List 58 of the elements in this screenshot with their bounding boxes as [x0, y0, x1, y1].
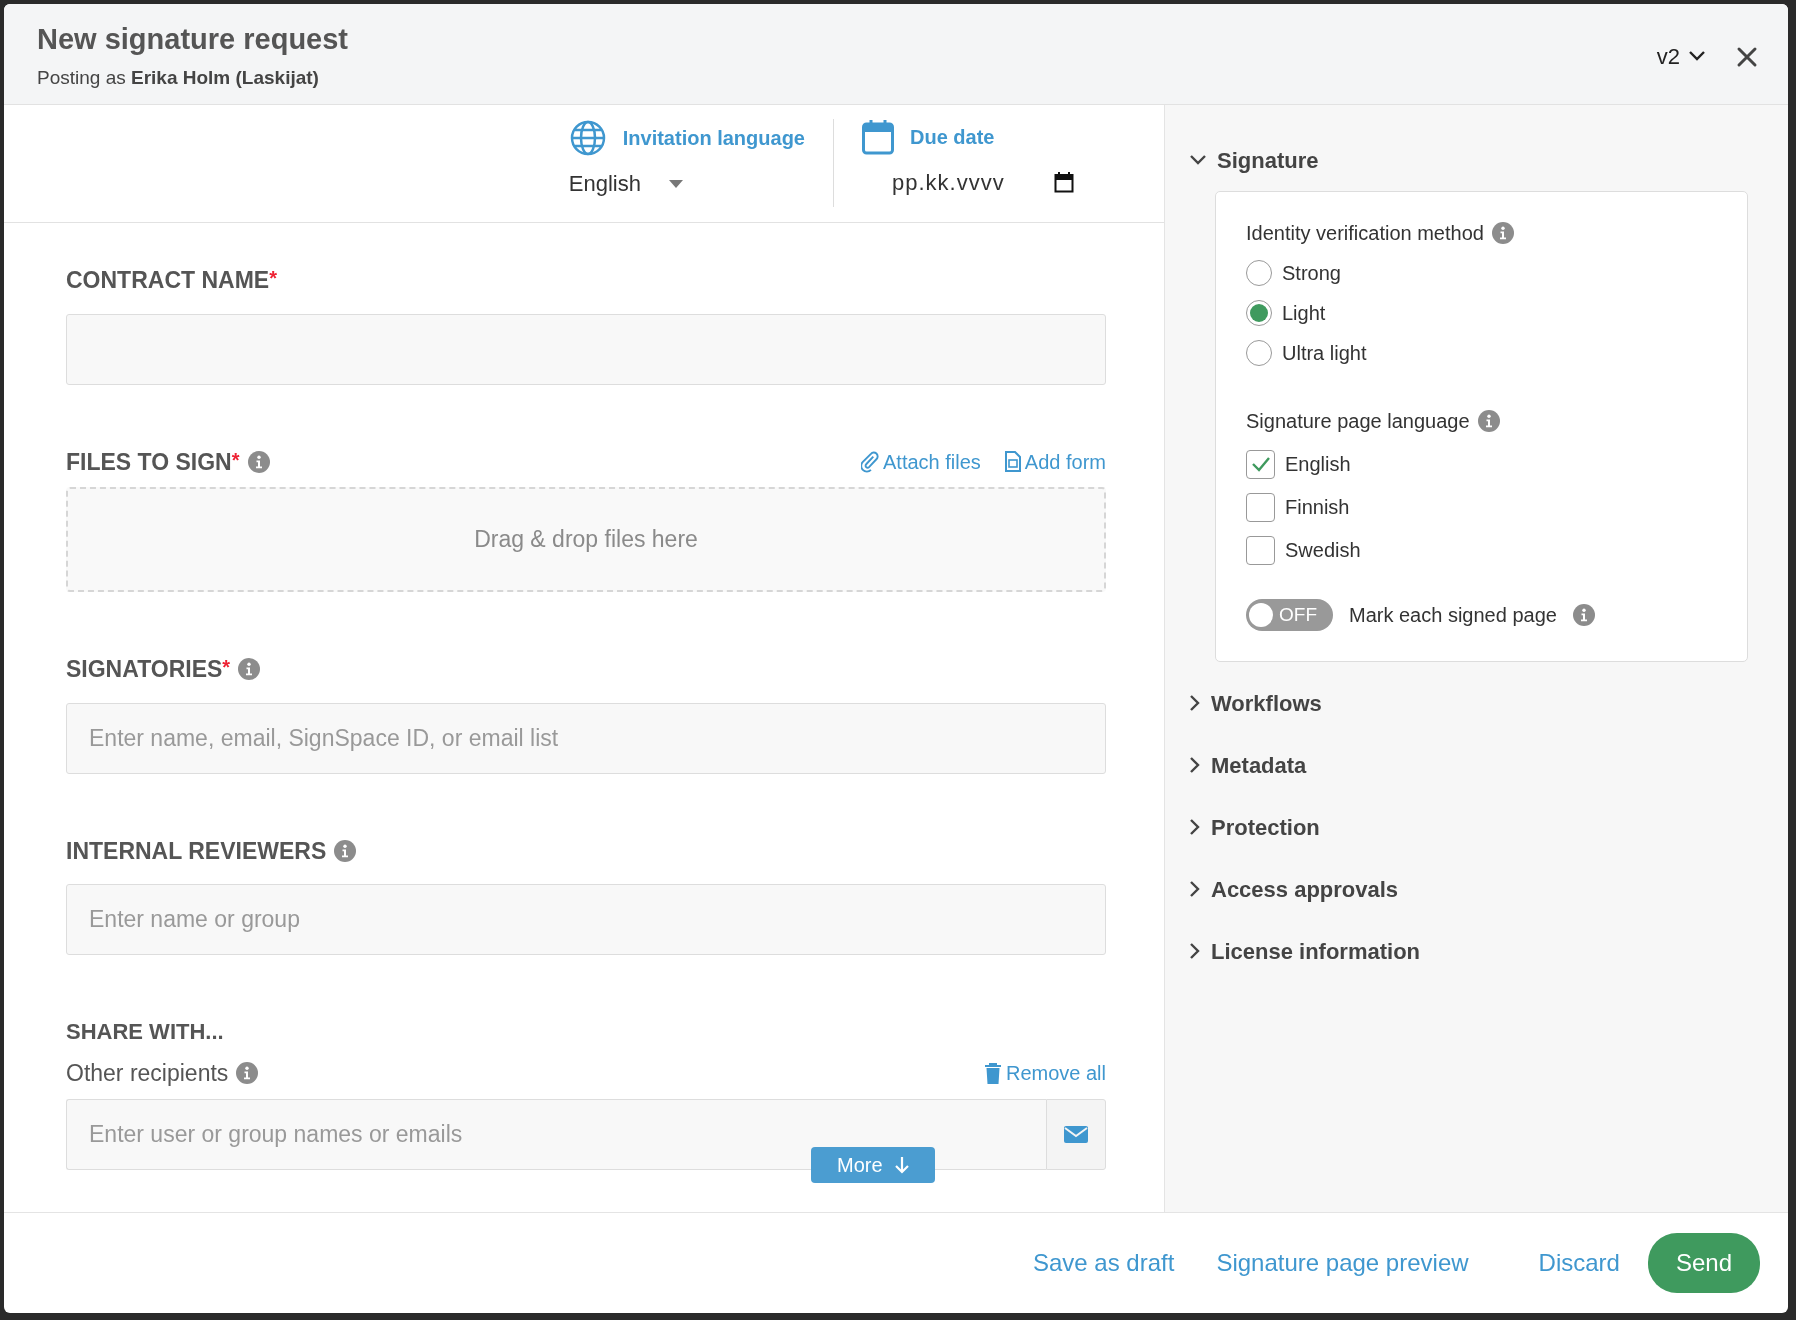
paperclip-icon	[861, 450, 879, 473]
dropzone-hint: Drag & drop files here	[474, 525, 698, 555]
info-icon[interactable]	[238, 658, 261, 681]
text-input-field[interactable]: Enter name or group	[66, 884, 1106, 955]
info-icon[interactable]	[236, 1062, 259, 1085]
info-icon[interactable]	[247, 450, 270, 473]
language-select[interactable]: English	[568, 167, 805, 200]
group-label: Identity verification method	[1246, 221, 1484, 246]
calendar-icon	[862, 119, 894, 155]
field-label: CONTRACT NAME*	[66, 266, 277, 295]
due-date-field[interactable]: pp.kk.vvvv	[890, 165, 1030, 200]
group-label: Signature page language	[1246, 409, 1470, 434]
dialog-title: New signature request	[37, 22, 349, 57]
field-label: SIGNATORIES*	[66, 655, 231, 684]
chevron-right-icon	[1189, 694, 1201, 712]
info-icon[interactable]	[1477, 410, 1500, 432]
checkmark-icon	[1250, 456, 1271, 472]
radio-option[interactable]: Light	[1246, 298, 1326, 328]
text-input-field[interactable]: Enter name, email, SignSpace ID, or email list	[66, 702, 1106, 774]
checkbox-option[interactable]: Finnish	[1246, 492, 1350, 522]
globe-icon	[568, 119, 607, 157]
sidebar-section-toggle[interactable]: License information	[1189, 920, 1421, 982]
sidebar-section-toggle[interactable]: Access approvals	[1189, 858, 1399, 920]
chevron-right-icon	[1189, 818, 1201, 836]
document-icon	[1004, 451, 1021, 473]
chevron-right-icon	[1189, 756, 1201, 774]
sidebar-section-toggle[interactable]: Signature	[1189, 129, 1319, 191]
caret-down-icon	[668, 179, 683, 188]
radio-option[interactable]: Strong	[1246, 258, 1341, 288]
trash-icon	[983, 1062, 1002, 1084]
sidebar-section-toggle[interactable]: Metadata	[1189, 734, 1307, 796]
checkbox-option[interactable]: Swedish	[1246, 535, 1361, 565]
calendar-icon	[1054, 172, 1074, 193]
section-title: SHARE WITH...	[66, 1018, 225, 1046]
info-icon[interactable]	[1491, 222, 1514, 244]
envelope-icon	[1064, 1125, 1088, 1143]
posting-as-text: Posting as Erika Holm (Laskijat)	[37, 65, 320, 90]
sidebar-section-toggle[interactable]: Protection	[1189, 796, 1320, 858]
chevron-right-icon	[1189, 880, 1201, 898]
radio-option[interactable]: Ultra light	[1246, 338, 1367, 368]
field-label: FILES TO SIGN*	[66, 447, 240, 477]
send-button[interactable]: Send	[1647, 1233, 1760, 1293]
field-label: Other recipients	[66, 1059, 229, 1088]
chevron-right-icon	[1189, 942, 1201, 960]
invitation-language-label: Invitation language	[622, 126, 805, 151]
toggle-label: Mark each signed page	[1349, 603, 1557, 628]
text-input-field[interactable]	[66, 313, 1106, 385]
info-icon[interactable]	[1572, 604, 1595, 626]
sidebar-section-toggle[interactable]: Workflows	[1189, 672, 1322, 734]
arrow-down-icon	[894, 1155, 909, 1174]
due-date-label: Due date	[910, 125, 995, 150]
info-icon[interactable]	[334, 839, 357, 862]
version-dropdown[interactable]: v2	[1650, 38, 1712, 74]
chevron-down-icon	[1688, 50, 1706, 62]
email-button[interactable]	[1046, 1098, 1106, 1170]
chevron-down-icon	[1189, 154, 1207, 166]
checkbox-option[interactable]: English	[1246, 449, 1351, 479]
field-label: INTERNAL REVIEWERS	[66, 836, 327, 866]
